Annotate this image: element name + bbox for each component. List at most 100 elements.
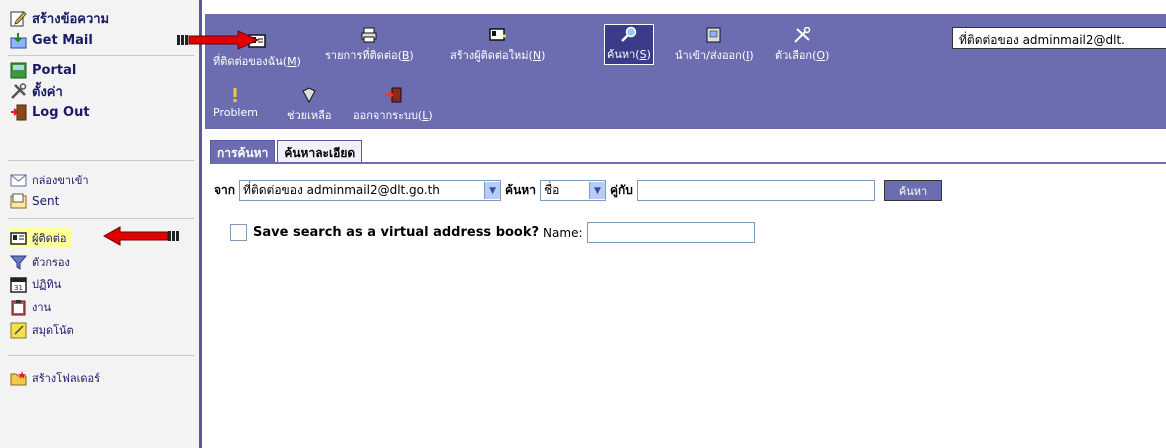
close-paren: ) bbox=[825, 49, 830, 62]
divider bbox=[8, 160, 194, 161]
tools-icon bbox=[11, 82, 27, 99]
calendar-icon: 31 bbox=[10, 276, 27, 293]
help-book-icon bbox=[302, 87, 316, 103]
svg-text:31: 31 bbox=[14, 284, 23, 292]
name-input[interactable] bbox=[586, 222, 755, 243]
search-submit-button[interactable]: ค้นหา bbox=[883, 180, 943, 201]
contact-lists-button[interactable]: รายการที่ติดต่อ(B) bbox=[325, 27, 414, 64]
search-label: ค้นหา( bbox=[607, 48, 640, 61]
my-contacts-label: ที่ติดต่อของฉัน( bbox=[213, 55, 288, 68]
tasks-label: งาน bbox=[32, 301, 52, 314]
tasks-link[interactable]: งาน bbox=[10, 297, 51, 317]
new-contact-key: N bbox=[532, 49, 542, 62]
divider bbox=[8, 218, 194, 219]
filter-icon bbox=[10, 255, 27, 270]
search-key: S bbox=[639, 48, 647, 61]
import-export-icon bbox=[706, 27, 721, 43]
problem-button[interactable]: Problem bbox=[213, 87, 258, 119]
inbox-label: กล่องขาเข้า bbox=[32, 174, 89, 187]
search-tabs: การค้นหา ค้นหาละเอียด bbox=[210, 140, 364, 162]
name-label: Name: bbox=[543, 225, 583, 240]
close-paren: ) bbox=[409, 49, 414, 62]
search-form: จาก ที่ติดต่อของ adminmail2@dlt.go.th ▼ … bbox=[214, 180, 943, 201]
addressbook-display[interactable]: ที่ติดต่อของ adminmail2@dlt. bbox=[952, 27, 1166, 49]
filters-link[interactable]: ตัวกรอง bbox=[10, 252, 70, 272]
new-contact-label: สร้างผู้ติดต่อใหม่( bbox=[450, 49, 533, 62]
toolbar: ที่ติดต่อของฉัน(M) รายการที่ติดต่อ(B) สร… bbox=[205, 14, 1166, 129]
sidebar: สร้างข้อความ Get Mail Portal ตั้งค่า Log… bbox=[0, 0, 202, 448]
clipboard-icon bbox=[11, 299, 26, 315]
notepad-icon bbox=[10, 322, 27, 338]
notes-link[interactable]: สมุดโน้ต bbox=[10, 320, 74, 340]
new-contact-button[interactable]: สร้างผู้ติดต่อใหม่(N) bbox=[450, 27, 545, 64]
help-label: ช่วยเหลือ bbox=[287, 109, 332, 122]
new-contact-icon bbox=[488, 28, 506, 41]
new-folder-link[interactable]: สร้างโฟลเดอร์ bbox=[10, 368, 100, 388]
logout-link[interactable]: Log Out bbox=[10, 102, 90, 122]
tab-advanced-search[interactable]: ค้นหาละเอียด bbox=[277, 140, 363, 162]
contacts-link[interactable]: ผู้ติดต่อ bbox=[10, 228, 73, 248]
compose-link[interactable]: สร้างข้อความ bbox=[10, 8, 109, 28]
tools-icon bbox=[794, 27, 811, 43]
logout-icon bbox=[11, 104, 27, 120]
logout-button[interactable]: ออกจากระบบ(L) bbox=[353, 87, 433, 124]
logout-label: ออกจากระบบ( bbox=[353, 109, 423, 122]
compose-label: สร้างข้อความ bbox=[32, 11, 110, 27]
search-input[interactable] bbox=[636, 180, 875, 201]
get-mail-link[interactable]: Get Mail bbox=[10, 30, 93, 50]
close-paren: ) bbox=[428, 109, 433, 122]
search-button[interactable]: ค้นหา(S) bbox=[604, 24, 654, 65]
annotation-arrow-right bbox=[177, 30, 260, 50]
problem-label: Problem bbox=[213, 106, 258, 119]
new-folder-label: สร้างโฟลเดอร์ bbox=[32, 372, 101, 385]
chevron-down-icon[interactable]: ▼ bbox=[484, 182, 501, 199]
portal-label: Portal bbox=[32, 62, 77, 78]
divider bbox=[8, 55, 194, 56]
contacts-label: ผู้ติดต่อ bbox=[32, 232, 67, 245]
source-select[interactable]: ที่ติดต่อของ adminmail2@dlt.go.th ▼ bbox=[239, 180, 502, 201]
import-export-label: นำเข้า/ส่งออก( bbox=[675, 49, 747, 62]
close-paren: ) bbox=[749, 49, 754, 62]
tab-underline bbox=[210, 162, 1166, 164]
settings-link[interactable]: ตั้งค่า bbox=[10, 81, 63, 101]
save-search-label: Save search as a virtual address book? bbox=[253, 225, 540, 240]
printer-icon bbox=[361, 27, 377, 43]
chevron-down-icon[interactable]: ▼ bbox=[588, 182, 605, 199]
portal-link[interactable]: Portal bbox=[10, 60, 76, 80]
logout-icon bbox=[384, 87, 402, 103]
contact-lists-label: รายการที่ติดต่อ( bbox=[325, 49, 402, 62]
find-label: ค้นหา bbox=[505, 183, 536, 197]
sent-link[interactable]: Sent bbox=[10, 191, 59, 211]
calendar-label: ปฏิทิน bbox=[32, 278, 62, 291]
notes-label: สมุดโน้ต bbox=[32, 324, 74, 337]
portal-icon bbox=[10, 62, 27, 78]
match-label: คู่กับ bbox=[609, 183, 633, 197]
address-card-icon bbox=[10, 231, 27, 245]
sent-label: Sent bbox=[32, 194, 60, 208]
annotation-arrow-left bbox=[102, 226, 179, 246]
tab-search[interactable]: การค้นหา bbox=[210, 140, 276, 162]
get-mail-label: Get Mail bbox=[32, 32, 93, 48]
sent-icon bbox=[10, 193, 27, 208]
field-select-value: ชื่อ bbox=[543, 183, 560, 197]
help-button[interactable]: ช่วยเหลือ bbox=[287, 87, 331, 124]
options-button[interactable]: ตัวเลือก(O) bbox=[775, 27, 829, 64]
logout-label: Log Out bbox=[32, 104, 90, 120]
inbox-link[interactable]: กล่องขาเข้า bbox=[10, 170, 89, 190]
exclamation-icon bbox=[233, 88, 238, 103]
get-mail-icon bbox=[10, 32, 27, 48]
import-export-button[interactable]: นำเข้า/ส่งออก(I) bbox=[675, 27, 754, 64]
settings-label: ตั้งค่า bbox=[32, 84, 63, 100]
filters-label: ตัวกรอง bbox=[32, 256, 70, 269]
compose-icon bbox=[10, 10, 27, 26]
close-paren: ) bbox=[646, 48, 651, 61]
source-select-value: ที่ติดต่อของ adminmail2@dlt.go.th bbox=[243, 183, 440, 197]
calendar-link[interactable]: 31 ปฏิทิน bbox=[10, 274, 61, 294]
divider bbox=[8, 355, 194, 356]
save-search-row: Save search as a virtual address book? N… bbox=[230, 222, 755, 243]
magnifier-icon bbox=[621, 26, 637, 42]
my-contacts-key: M bbox=[287, 55, 297, 68]
close-paren: ) bbox=[296, 55, 301, 68]
save-search-checkbox[interactable] bbox=[230, 224, 247, 241]
field-select[interactable]: ชื่อ ▼ bbox=[539, 180, 606, 201]
